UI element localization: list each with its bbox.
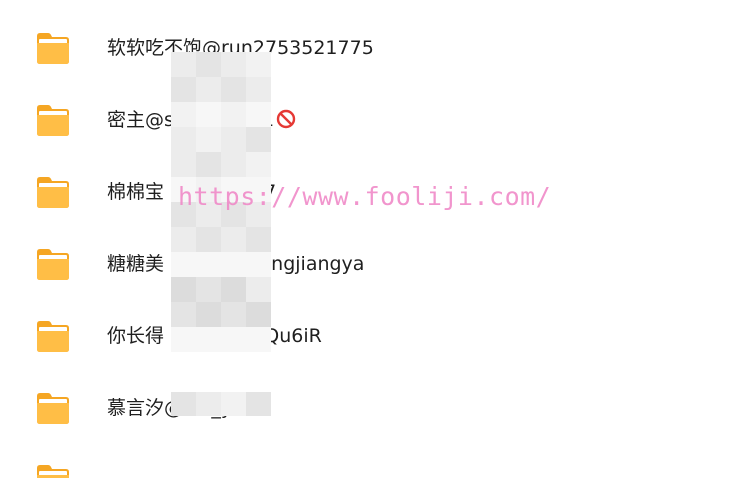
folder-item-4[interactable]: 糖糖美 gtangjiangya	[0, 228, 755, 300]
folder-icon	[37, 465, 69, 478]
folder-name-text: 密主@s 11	[107, 109, 275, 131]
folder-list: 软软吃不饱@run2753521775 密主@s 11 棉棉宝 187 糖糖美 …	[0, 12, 755, 444]
folder-name: 慕言汐@Mu_yanxi	[107, 397, 273, 419]
folder-name: 糖糖美 gtangjiangya	[107, 253, 365, 275]
folder-item-5[interactable]: 你长得 l@Qu6iR	[0, 300, 755, 372]
folder-icon	[37, 33, 69, 64]
no-entry-icon	[276, 109, 296, 129]
folder-icon	[37, 177, 69, 208]
folder-item-1[interactable]: 软软吃不饱@run2753521775	[0, 12, 755, 84]
folder-item-partial[interactable]	[35, 462, 71, 478]
folder-item-6[interactable]: 慕言汐@Mu_yanxi	[0, 372, 755, 444]
folder-icon	[37, 249, 69, 280]
folder-icon	[37, 105, 69, 136]
folder-name: 软软吃不饱@run2753521775	[107, 37, 374, 59]
file-browser-screen: 软软吃不饱@run2753521775 密主@s 11 棉棉宝 187 糖糖美 …	[0, 0, 755, 478]
folder-name: 密主@s 11	[107, 108, 296, 132]
folder-icon	[37, 321, 69, 352]
folder-item-2[interactable]: 密主@s 11	[0, 84, 755, 156]
folder-name: 你长得 l@Qu6iR	[107, 325, 322, 347]
folder-name: 棉棉宝 187	[107, 181, 277, 203]
folder-item-3[interactable]: 棉棉宝 187	[0, 156, 755, 228]
folder-icon	[37, 393, 69, 424]
